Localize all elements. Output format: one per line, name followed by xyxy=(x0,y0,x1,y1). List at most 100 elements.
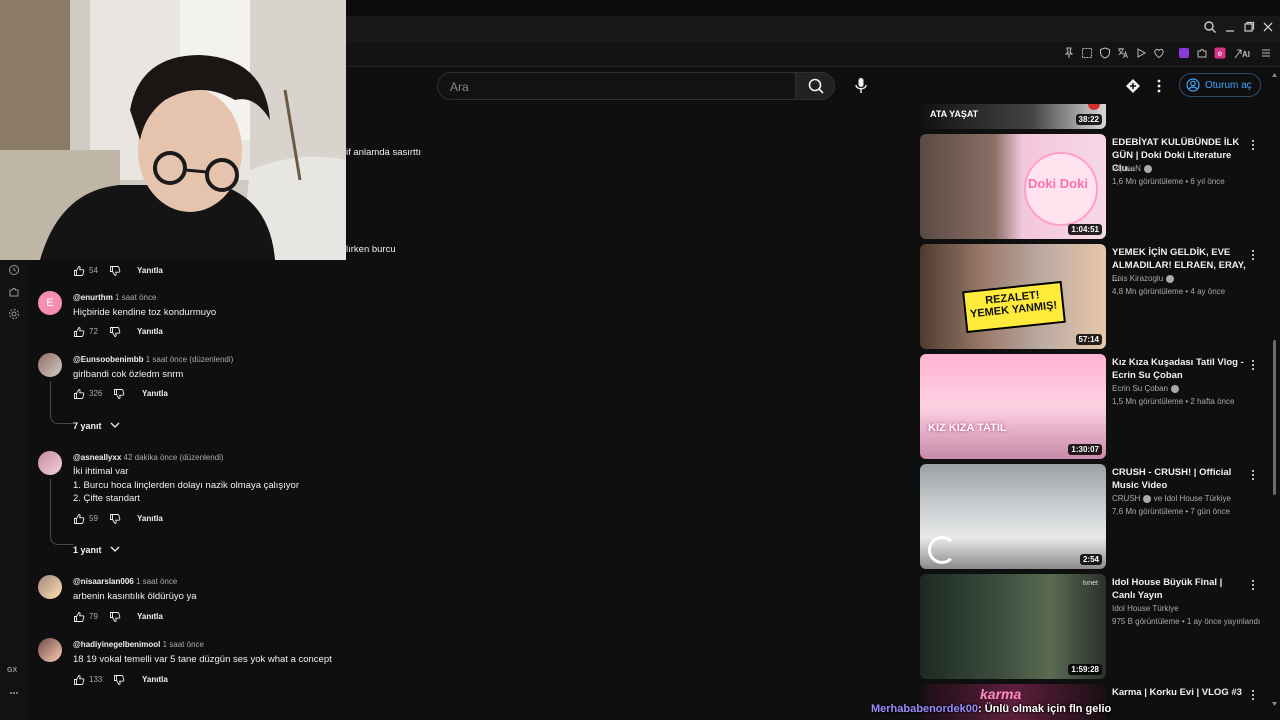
channel-name[interactable]: CRUSH xyxy=(1112,494,1140,503)
scroll-down-arrow[interactable] xyxy=(1271,695,1278,706)
thumbnail-text: karma xyxy=(980,686,1022,702)
like-icon[interactable] xyxy=(73,388,85,400)
search-box[interactable] xyxy=(437,72,797,101)
avatar[interactable] xyxy=(38,638,62,662)
avatar[interactable]: E xyxy=(38,291,62,315)
extensions-icon[interactable] xyxy=(7,286,21,300)
dislike-icon[interactable] xyxy=(109,513,121,525)
like-icon[interactable] xyxy=(73,326,85,338)
reply-button[interactable]: Yanıtla xyxy=(137,514,163,523)
translate-icon[interactable] xyxy=(1116,47,1130,61)
video-thumbnail[interactable]: 2:54 xyxy=(920,464,1106,569)
comment-time[interactable]: 1 saat önce xyxy=(163,640,204,649)
video-more-icon[interactable] xyxy=(1250,578,1256,592)
signin-button[interactable]: Oturum aç xyxy=(1179,73,1261,97)
video-title[interactable]: CRUSH - CRUSH! | Official Music Video xyxy=(1112,466,1246,492)
settings-menu-icon[interactable] xyxy=(1154,78,1164,94)
scrollbar-thumb[interactable] xyxy=(1273,340,1276,495)
ai-extension-icon[interactable]: AI xyxy=(1231,47,1253,61)
video-channel[interactable]: CRUSH ve Idol House Türkiye xyxy=(1112,494,1231,503)
video-thumbnail[interactable]: ATA YAŞAT 38:22 xyxy=(920,104,1106,129)
video-more-icon[interactable] xyxy=(1250,138,1256,152)
video-channel[interactable]: Enis Kirazoglu xyxy=(1112,274,1175,283)
video-more-icon[interactable] xyxy=(1250,358,1256,372)
video-more-icon[interactable] xyxy=(1250,688,1256,702)
heart-icon[interactable] xyxy=(1152,47,1166,61)
comment-author[interactable]: @Eunsoobenimbb xyxy=(73,355,143,364)
recommended-video[interactable]: tvnet 1:59:28 Idol House Büyük Final | C… xyxy=(920,574,1260,679)
puzzle-icon[interactable] xyxy=(1195,47,1209,61)
video-meta: 1,6 Mn görüntüleme • 6 yıl önce xyxy=(1112,177,1225,186)
recommended-video[interactable]: KIZ KIZA TATİL 1:30:07 Kız Kıza Kuşadası… xyxy=(920,354,1260,459)
recommended-video[interactable]: Doki Doki 1:04:51 EDEBİYAT KULÜBÜNDE İLK… xyxy=(920,134,1260,239)
recommended-video[interactable]: 2:54 CRUSH - CRUSH! | Official Music Vid… xyxy=(920,464,1260,569)
minimize-icon[interactable] xyxy=(1222,20,1238,36)
video-thumbnail[interactable]: REZALET! YEMEK YANMIŞ! 57:14 xyxy=(920,244,1106,349)
like-icon[interactable] xyxy=(73,265,85,277)
channel-name[interactable]: Enis Kirazoglu xyxy=(1112,274,1163,283)
dislike-icon[interactable] xyxy=(109,326,121,338)
recommended-video[interactable]: REZALET! YEMEK YANMIŞ! 57:14 YEMEK İÇİN … xyxy=(920,244,1260,349)
voice-search-button[interactable] xyxy=(849,72,873,100)
video-duration: 1:30:07 xyxy=(1068,444,1102,455)
search-input[interactable] xyxy=(448,73,782,101)
video-channel[interactable]: PqueeN xyxy=(1112,164,1152,173)
reply-button[interactable]: Yanıtla xyxy=(137,327,163,336)
video-thumbnail[interactable]: Doki Doki 1:04:51 xyxy=(920,134,1106,239)
video-title[interactable]: Karma | Korku Evi | VLOG #3 xyxy=(1112,686,1246,699)
settings-icon[interactable] xyxy=(7,308,21,322)
video-channel[interactable]: Idol House Türkiye xyxy=(1112,604,1179,613)
reply-button[interactable]: Yanıtla xyxy=(142,675,168,684)
maximize-icon[interactable] xyxy=(1241,20,1257,36)
comment-time[interactable]: 42 dakika önce (düzenlendi) xyxy=(124,453,224,462)
scroll-up-arrow[interactable] xyxy=(1271,66,1278,77)
video-title[interactable]: Kız Kıza Kuşadası Tatil Vlog - Ecrin Su … xyxy=(1112,356,1246,382)
comment-author[interactable]: @hadiyinegelbenimool xyxy=(73,640,160,649)
video-title[interactable]: Idol House Büyük Final | Canlı Yayın xyxy=(1112,576,1246,602)
dislike-icon[interactable] xyxy=(109,611,121,623)
show-replies-button[interactable]: 1 yanıt xyxy=(73,545,120,555)
channel-name[interactable]: PqueeN xyxy=(1112,164,1141,173)
comment-header: @asneallyxx 42 dakika önce (düzenlendi) xyxy=(73,453,224,462)
avatar[interactable] xyxy=(38,575,62,599)
comment-author[interactable]: @asneallyxx xyxy=(73,453,121,462)
dislike-icon[interactable] xyxy=(113,674,125,686)
pin-icon[interactable] xyxy=(1062,47,1076,61)
extension-app-icon[interactable] xyxy=(1177,47,1191,61)
dislike-icon[interactable] xyxy=(109,265,121,277)
screenshot-icon[interactable] xyxy=(1080,47,1094,61)
channel-name[interactable]: Ecrin Su Çoban xyxy=(1112,384,1168,393)
browser-menu-icon[interactable] xyxy=(1259,47,1273,61)
shield-icon[interactable] xyxy=(1098,47,1112,61)
comment-time[interactable]: 1 saat önce xyxy=(136,577,177,586)
reply-button[interactable]: Yanıtla xyxy=(137,612,163,621)
comment-author[interactable]: @enurthm xyxy=(73,293,113,302)
like-icon[interactable] xyxy=(73,674,85,686)
like-icon[interactable] xyxy=(73,611,85,623)
profile-badge-icon[interactable]: e xyxy=(1213,47,1227,61)
avatar[interactable] xyxy=(38,451,62,475)
create-icon[interactable] xyxy=(1124,77,1142,95)
comment-time[interactable]: 1 saat önce (düzenlendi) xyxy=(146,355,234,364)
reply-button[interactable]: Yanıtla xyxy=(137,266,163,275)
dislike-icon[interactable] xyxy=(113,388,125,400)
play-extension-icon[interactable] xyxy=(1134,47,1148,61)
search-button[interactable] xyxy=(795,72,835,100)
comment-author[interactable]: @nisaarslan006 xyxy=(73,577,134,586)
more-horizontal-icon[interactable] xyxy=(7,687,21,701)
close-icon[interactable] xyxy=(1260,20,1276,36)
reply-button[interactable]: Yanıtla xyxy=(142,389,168,398)
video-more-icon[interactable] xyxy=(1250,248,1256,262)
video-channel[interactable]: Ecrin Su Çoban xyxy=(1112,384,1180,393)
show-replies-button[interactable]: 7 yanıt xyxy=(73,421,120,431)
browser-search-icon[interactable] xyxy=(1202,20,1218,36)
avatar[interactable] xyxy=(38,353,62,377)
video-more-icon[interactable] xyxy=(1250,468,1256,482)
video-thumbnail[interactable]: KIZ KIZA TATİL 1:30:07 xyxy=(920,354,1106,459)
video-thumbnail[interactable]: tvnet 1:59:28 xyxy=(920,574,1106,679)
history-icon[interactable] xyxy=(7,264,21,278)
channel-extra[interactable]: ve Idol House Türkiye xyxy=(1154,494,1231,503)
comment-time[interactable]: 1 saat önce xyxy=(115,293,156,302)
comment-text-line: İki ihtimal var xyxy=(73,466,129,477)
like-icon[interactable] xyxy=(73,513,85,525)
